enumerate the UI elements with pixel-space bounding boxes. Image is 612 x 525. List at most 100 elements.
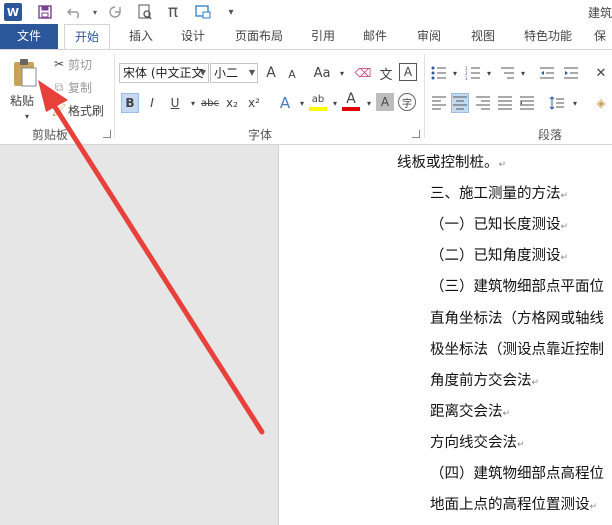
doc-line-text: （四）建筑物细部点高程位 (430, 466, 604, 482)
tab-home[interactable]: 开始 (64, 24, 110, 50)
paragraph-mark: ↵ (502, 409, 511, 419)
highlight-icon[interactable]: ab (309, 91, 327, 111)
numbering-dropdown-icon[interactable]: ▾ (480, 63, 498, 83)
doc-line[interactable]: （三）建筑物细部点平面位 (430, 275, 604, 296)
clipboard-launcher-icon[interactable] (103, 130, 111, 138)
doc-line-text: （三）建筑物细部点平面位 (430, 279, 604, 295)
shading-icon[interactable]: ◈ (592, 93, 610, 113)
chevron-down-icon: ▼ (199, 68, 206, 77)
distributed-icon[interactable] (518, 93, 536, 113)
group-divider (424, 54, 425, 138)
paste-icon[interactable] (10, 56, 40, 90)
paragraph-mark: ↵ (531, 378, 540, 388)
doc-line-text: 距离交会法 (430, 404, 503, 420)
enclose-characters-icon[interactable]: 字 (398, 93, 416, 111)
superscript-button[interactable]: x² (245, 93, 263, 113)
doc-line[interactable]: 角度前方交会法↵ (430, 369, 539, 390)
doc-line-text: （一）已知长度测设 (430, 217, 561, 233)
redo-icon[interactable] (106, 3, 124, 21)
customize-qat-icon[interactable]: ▾ (222, 3, 240, 21)
multilevel-dropdown-icon[interactable]: ▾ (514, 63, 532, 83)
paste-dropdown-icon[interactable]: ▾ (18, 106, 36, 126)
tab-mailings[interactable]: 邮件 (354, 24, 396, 49)
paragraph-mark: ↵ (498, 160, 507, 170)
doc-line-text: 线板或控制桩。 (397, 155, 499, 171)
font-group-label: 字体 (248, 128, 273, 142)
underline-button[interactable]: U (166, 93, 184, 113)
save-icon[interactable] (36, 3, 54, 21)
tab-view[interactable]: 视图 (462, 24, 504, 49)
clipboard-group-label: 剪贴板 (32, 128, 69, 142)
doc-line-text: 直角坐标法（方格网或轴线 (430, 311, 604, 327)
character-shading-icon[interactable]: A (376, 93, 394, 111)
undo-dropdown-icon[interactable]: ▾ (86, 3, 104, 21)
cut-icon[interactable]: ✂ (50, 54, 68, 74)
format-painter-icon[interactable]: 🖌 (50, 100, 68, 120)
paragraph-mark: ↵ (560, 253, 569, 263)
increase-indent-icon[interactable] (562, 63, 580, 83)
undo-icon[interactable] (66, 3, 84, 21)
word-logo-icon: W (4, 3, 22, 21)
chinese-layout-icon[interactable]: ✕ (592, 63, 610, 83)
tab-more[interactable]: 保 (594, 24, 612, 49)
change-case-dropdown-icon[interactable]: ▾ (333, 63, 351, 83)
doc-line-text: 方向线交会法 (430, 435, 517, 451)
doc-line[interactable]: 地面上点的高程位置测设↵ (430, 493, 597, 514)
print-preview-icon[interactable] (136, 3, 154, 21)
clear-formatting-icon[interactable]: ⌫ (354, 63, 372, 83)
equation-icon[interactable]: π (164, 2, 182, 22)
text-effects-icon[interactable]: A (276, 93, 294, 113)
document-page[interactable]: 线板或控制桩。↵ 三、施工测量的方法↵ （一）已知长度测设↵ （二）已知角度测设… (278, 145, 612, 525)
paragraph-mark: ↵ (517, 440, 525, 450)
tab-review[interactable]: 审阅 (408, 24, 450, 49)
grow-font-icon[interactable]: A (262, 63, 280, 83)
bold-button[interactable]: B (121, 93, 139, 113)
group-divider (114, 54, 115, 138)
font-color-icon[interactable]: A (342, 91, 360, 111)
font-size-combo[interactable]: 小二 ▼ (210, 63, 258, 83)
bullets-dropdown-icon[interactable]: ▾ (446, 63, 464, 83)
window-title: 建筑 (587, 6, 612, 20)
tab-special-features[interactable]: 特色功能 (516, 24, 580, 49)
format-painter-button[interactable]: 格式刷 (68, 100, 104, 120)
line-spacing-dropdown-icon[interactable]: ▾ (566, 93, 584, 113)
screenshot-icon[interactable] (194, 3, 212, 21)
shrink-font-icon[interactable]: A (283, 64, 301, 84)
phonetic-guide-icon[interactable]: 文 (377, 63, 395, 83)
copy-button[interactable]: 复制 (68, 77, 92, 97)
font-name-combo[interactable]: 宋体 (中文正文 ▼ (119, 63, 209, 83)
align-left-icon[interactable] (430, 93, 448, 113)
font-size-value: 小二 (214, 66, 239, 80)
paragraph-group-label: 段落 (538, 128, 563, 142)
doc-line[interactable]: （二）已知角度测设↵ (430, 244, 568, 265)
doc-line[interactable]: （一）已知长度测设↵ (430, 213, 568, 234)
change-case-icon[interactable]: Aa (310, 63, 334, 83)
tab-design[interactable]: 设计 (172, 24, 214, 49)
subscript-button[interactable]: x₂ (223, 93, 241, 113)
doc-line[interactable]: 极坐标法（测设点靠近控制 (430, 338, 604, 359)
justify-icon[interactable] (496, 93, 514, 113)
paragraph-mark: ↵ (560, 191, 569, 201)
ribbon-home: 粘贴 ▾ ✂ 剪切 ⧉ 复制 🖌 格式刷 剪贴板 宋体 (中文正文 ▼ 小二 ▼ A… (0, 49, 612, 145)
doc-line[interactable]: 三、施工测量的方法↵ (430, 182, 568, 203)
font-launcher-icon[interactable] (412, 130, 420, 138)
doc-line[interactable]: 线板或控制桩。↵ (397, 151, 506, 172)
tab-file[interactable]: 文件 (0, 24, 58, 49)
copy-icon[interactable]: ⧉ (50, 77, 68, 97)
doc-line[interactable]: 方向线交会法↵ (430, 431, 525, 452)
cut-button[interactable]: 剪切 (68, 54, 92, 74)
doc-line[interactable]: 直角坐标法（方格网或轴线 (430, 307, 604, 328)
decrease-indent-icon[interactable] (538, 63, 556, 83)
line-spacing-icon[interactable] (548, 93, 566, 113)
character-border-icon[interactable]: A (399, 63, 417, 81)
tab-references[interactable]: 引用 (302, 24, 344, 49)
strikethrough-button[interactable]: abc (199, 93, 221, 113)
align-right-icon[interactable] (474, 93, 492, 113)
tab-insert[interactable]: 插入 (120, 24, 162, 49)
italic-button[interactable]: I (143, 93, 161, 113)
align-center-icon[interactable] (451, 93, 469, 113)
tab-page-layout[interactable]: 页面布局 (228, 24, 290, 49)
doc-line[interactable]: 距离交会法↵ (430, 400, 510, 421)
doc-line[interactable]: （四）建筑物细部点高程位 (430, 462, 604, 483)
ribbon-tabs: 文件 开始 插入 设计 页面布局 引用 邮件 审阅 视图 特色功能 保 (0, 24, 612, 50)
